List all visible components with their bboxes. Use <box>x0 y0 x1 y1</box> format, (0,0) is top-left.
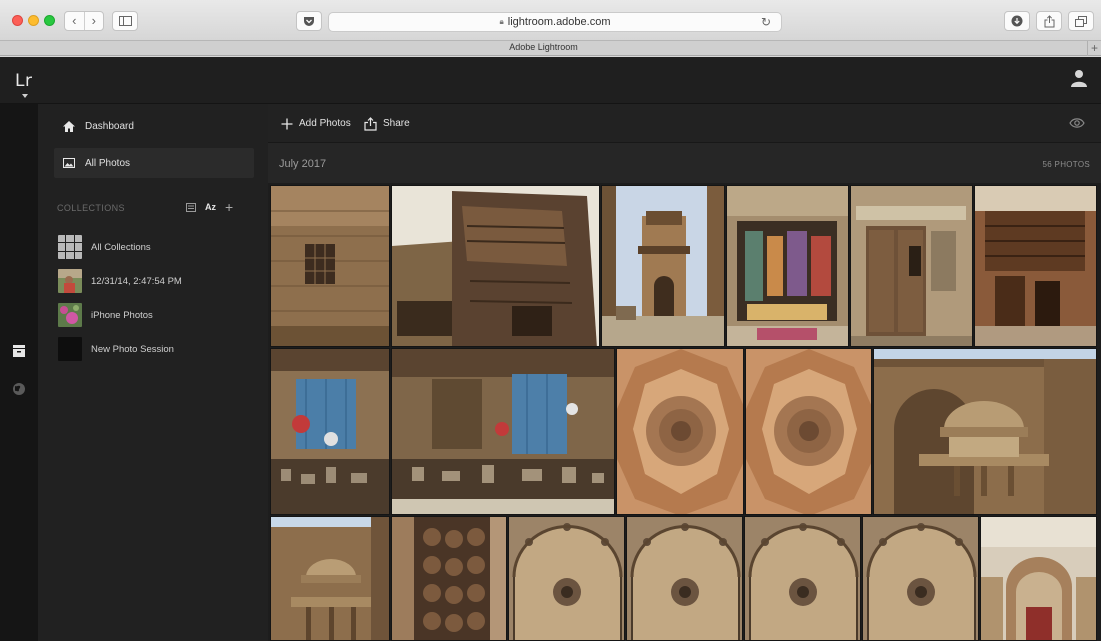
back-button[interactable]: ‹ <box>65 12 84 30</box>
reload-button[interactable]: ↻ <box>761 15 771 29</box>
sidebar-item-dashboard[interactable]: Dashboard <box>54 111 254 141</box>
photo-thumbnail[interactable] <box>744 516 861 641</box>
lock-icon: 🔒︎ <box>499 17 504 26</box>
photo-thumbnail[interactable] <box>626 516 743 641</box>
tab-bar: Adobe Lightroom + <box>0 40 1101 56</box>
grid-icon <box>58 235 82 259</box>
browser-toolbar: ‹ › 🔒︎ lightroom.adobe.com ↻ <box>0 0 1101 40</box>
add-photos-label: Add Photos <box>299 118 351 129</box>
photo-thumbnail[interactable] <box>873 348 1097 515</box>
address-bar[interactable]: 🔒︎ lightroom.adobe.com ↻ <box>328 12 782 32</box>
photo-thumbnail[interactable] <box>270 516 390 641</box>
collection-thumbnail <box>58 303 82 327</box>
collection-dated-session[interactable]: 12/31/14, 2:47:54 PM <box>58 269 258 293</box>
sidebar: Dashboard All Photos COLLECTIONS Az + Al… <box>38 104 268 641</box>
list-view-icon[interactable] <box>186 202 196 212</box>
lightroom-logo[interactable]: Lr <box>15 71 32 91</box>
collection-label: All Collections <box>91 241 151 253</box>
collections-tools: Az + <box>186 200 233 214</box>
pocket-icon <box>304 16 314 26</box>
photo-thumbnail[interactable] <box>270 348 390 515</box>
collection-thumbnail <box>58 269 82 293</box>
plus-icon <box>281 118 293 130</box>
close-window-button[interactable] <box>12 15 23 26</box>
url-text: lightroom.adobe.com <box>507 16 611 28</box>
photo-count: 56 PHOTOS <box>1042 160 1090 169</box>
sidebar-item-label: All Photos <box>85 157 131 169</box>
tab-adobe-lightroom[interactable]: Adobe Lightroom <box>0 42 1087 52</box>
photo-thumbnail[interactable] <box>745 348 872 515</box>
photos-icon <box>62 157 76 169</box>
minimize-window-button[interactable] <box>28 15 39 26</box>
tabs-overview-button[interactable] <box>1068 11 1094 31</box>
share-button[interactable]: Share <box>364 104 410 143</box>
add-photos-button[interactable]: Add Photos <box>281 104 351 143</box>
photo-thumbnail[interactable] <box>850 185 973 347</box>
photo-thumbnail[interactable] <box>391 348 615 515</box>
library-icon[interactable] <box>12 344 26 358</box>
share-icon <box>364 116 377 131</box>
collection-new-photo-session[interactable]: New Photo Session <box>58 337 258 361</box>
photo-thumbnail[interactable] <box>862 516 979 641</box>
date-section-header: July 2017 56 PHOTOS <box>268 143 1101 183</box>
photo-thumbnail[interactable] <box>601 185 725 347</box>
zoom-window-button[interactable] <box>44 15 55 26</box>
photo-thumbnail[interactable] <box>974 185 1097 347</box>
photo-grid <box>270 185 1101 641</box>
globe-icon[interactable] <box>12 382 26 396</box>
back-forward-buttons: ‹ › <box>64 11 104 31</box>
photo-thumbnail[interactable] <box>270 185 390 347</box>
sort-az-button[interactable]: Az <box>205 202 216 212</box>
collection-all-collections[interactable]: All Collections <box>58 235 258 259</box>
forward-button[interactable]: › <box>83 12 104 30</box>
main-content: Add Photos Share July 2017 56 PHOTOS <box>268 104 1101 641</box>
photo-thumbnail[interactable] <box>391 185 600 347</box>
user-account-icon[interactable] <box>1071 69 1087 87</box>
collection-label: 12/31/14, 2:47:54 PM <box>91 275 182 287</box>
photo-thumbnail[interactable] <box>980 516 1097 641</box>
collection-thumbnail <box>58 337 82 361</box>
add-collection-button[interactable]: + <box>225 200 233 214</box>
new-tab-button[interactable]: + <box>1087 41 1101 56</box>
photo-thumbnail[interactable] <box>726 185 849 347</box>
photo-thumbnail[interactable] <box>391 516 507 641</box>
chevron-down-icon[interactable] <box>22 94 28 98</box>
collection-label: New Photo Session <box>91 343 174 355</box>
lightroom-app: Lr Dashboard All Photos COLLECTIONS Az + <box>0 57 1101 641</box>
downloads-button[interactable] <box>1004 11 1030 31</box>
left-rail <box>0 104 38 641</box>
photo-thumbnail[interactable] <box>616 348 744 515</box>
sidebar-icon <box>118 16 132 26</box>
pocket-button[interactable] <box>296 11 322 31</box>
sidebar-toggle-button[interactable] <box>112 11 138 31</box>
collection-label: iPhone Photos <box>91 309 153 321</box>
photo-thumbnail[interactable] <box>508 516 625 641</box>
date-group-label: July 2017 <box>279 158 327 170</box>
sidebar-item-label: Dashboard <box>85 120 134 132</box>
eye-icon[interactable] <box>1069 117 1085 129</box>
photo-toolbar: Add Photos Share <box>268 104 1101 143</box>
tabs-icon <box>1075 15 1087 27</box>
share-label: Share <box>383 118 410 129</box>
download-icon <box>1011 15 1023 27</box>
home-icon <box>62 120 76 132</box>
collection-iphone-photos[interactable]: iPhone Photos <box>58 303 258 327</box>
sidebar-item-all-photos[interactable]: All Photos <box>54 148 254 178</box>
app-header: Lr <box>0 57 1101 104</box>
share-icon <box>1044 14 1054 27</box>
share-browser-button[interactable] <box>1036 11 1062 31</box>
